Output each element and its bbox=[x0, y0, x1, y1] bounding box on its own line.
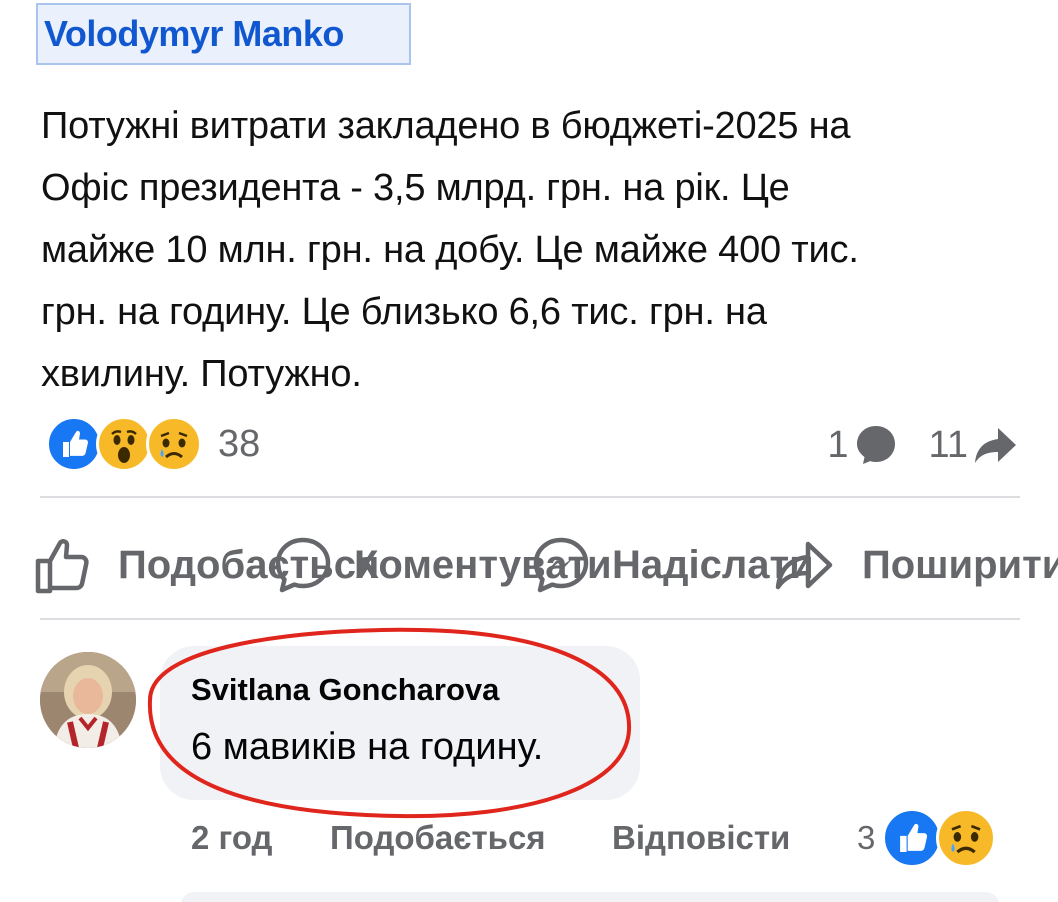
comment-text: 6 мавиків на годину. bbox=[191, 726, 544, 768]
comment-bubble-icon bbox=[856, 426, 895, 464]
comment-reactions[interactable] bbox=[882, 808, 996, 868]
post-text-line: хвилину. Потужно. bbox=[41, 353, 362, 395]
post-text-line: Потужні витрати закладено в бюджеті-2025… bbox=[41, 105, 851, 147]
messenger-icon bbox=[533, 537, 589, 593]
reaction-count[interactable]: 38 bbox=[218, 423, 260, 466]
divider bbox=[40, 618, 1020, 620]
shares-count: 11 bbox=[928, 423, 968, 466]
sad-icon bbox=[146, 416, 202, 472]
comment-like-button[interactable]: Подобається bbox=[330, 812, 546, 864]
post-text-line: майже 10 млн. грн. на добу. Це майже 400… bbox=[41, 229, 859, 271]
comments-stat[interactable]: 1 bbox=[827, 422, 898, 468]
comment-icon bbox=[275, 537, 331, 593]
comments-count: 1 bbox=[827, 423, 849, 466]
post-text-line: грн. на годину. Це близько 6,6 тис. грн.… bbox=[41, 291, 767, 333]
comment-bubble bbox=[160, 646, 640, 800]
wow-icon bbox=[96, 416, 152, 472]
share-arrow-icon bbox=[975, 428, 1016, 463]
post-stats: 1 11 bbox=[827, 418, 1020, 472]
author-highlight[interactable]: Volodymyr Manko bbox=[36, 3, 411, 65]
like-icon bbox=[882, 808, 942, 868]
thumbs-up-icon bbox=[35, 539, 89, 594]
sad-icon bbox=[936, 808, 996, 868]
post-text-line: Офіс президента - 3,5 млрд. грн. на рік.… bbox=[41, 167, 790, 209]
commenter-photo bbox=[40, 652, 136, 748]
like-icon bbox=[46, 416, 102, 472]
reactions-summary[interactable]: 38 bbox=[46, 416, 260, 472]
avatar[interactable] bbox=[40, 652, 136, 748]
post-action-bar: Подобається Коментувати Надіслати Пошири… bbox=[0, 520, 1058, 610]
shares-stat[interactable]: 11 bbox=[929, 422, 1020, 468]
comment-reply-button[interactable]: Відповісти bbox=[612, 812, 790, 864]
share-button[interactable]: Поширити bbox=[772, 520, 1058, 610]
post-text: Потужні витрати закладено в бюджеті-2025… bbox=[41, 95, 1041, 405]
comment-author-name[interactable]: Svitlana Goncharova bbox=[191, 672, 499, 708]
divider bbox=[40, 496, 1020, 498]
next-comment-bubble bbox=[180, 892, 1000, 902]
share-label: Поширити bbox=[862, 542, 1058, 587]
comment-reaction-count[interactable]: 3 bbox=[857, 812, 875, 864]
comment-time[interactable]: 2 год bbox=[191, 812, 273, 864]
share-icon bbox=[775, 541, 833, 590]
post-author-name[interactable]: Volodymyr Manko bbox=[44, 13, 344, 55]
